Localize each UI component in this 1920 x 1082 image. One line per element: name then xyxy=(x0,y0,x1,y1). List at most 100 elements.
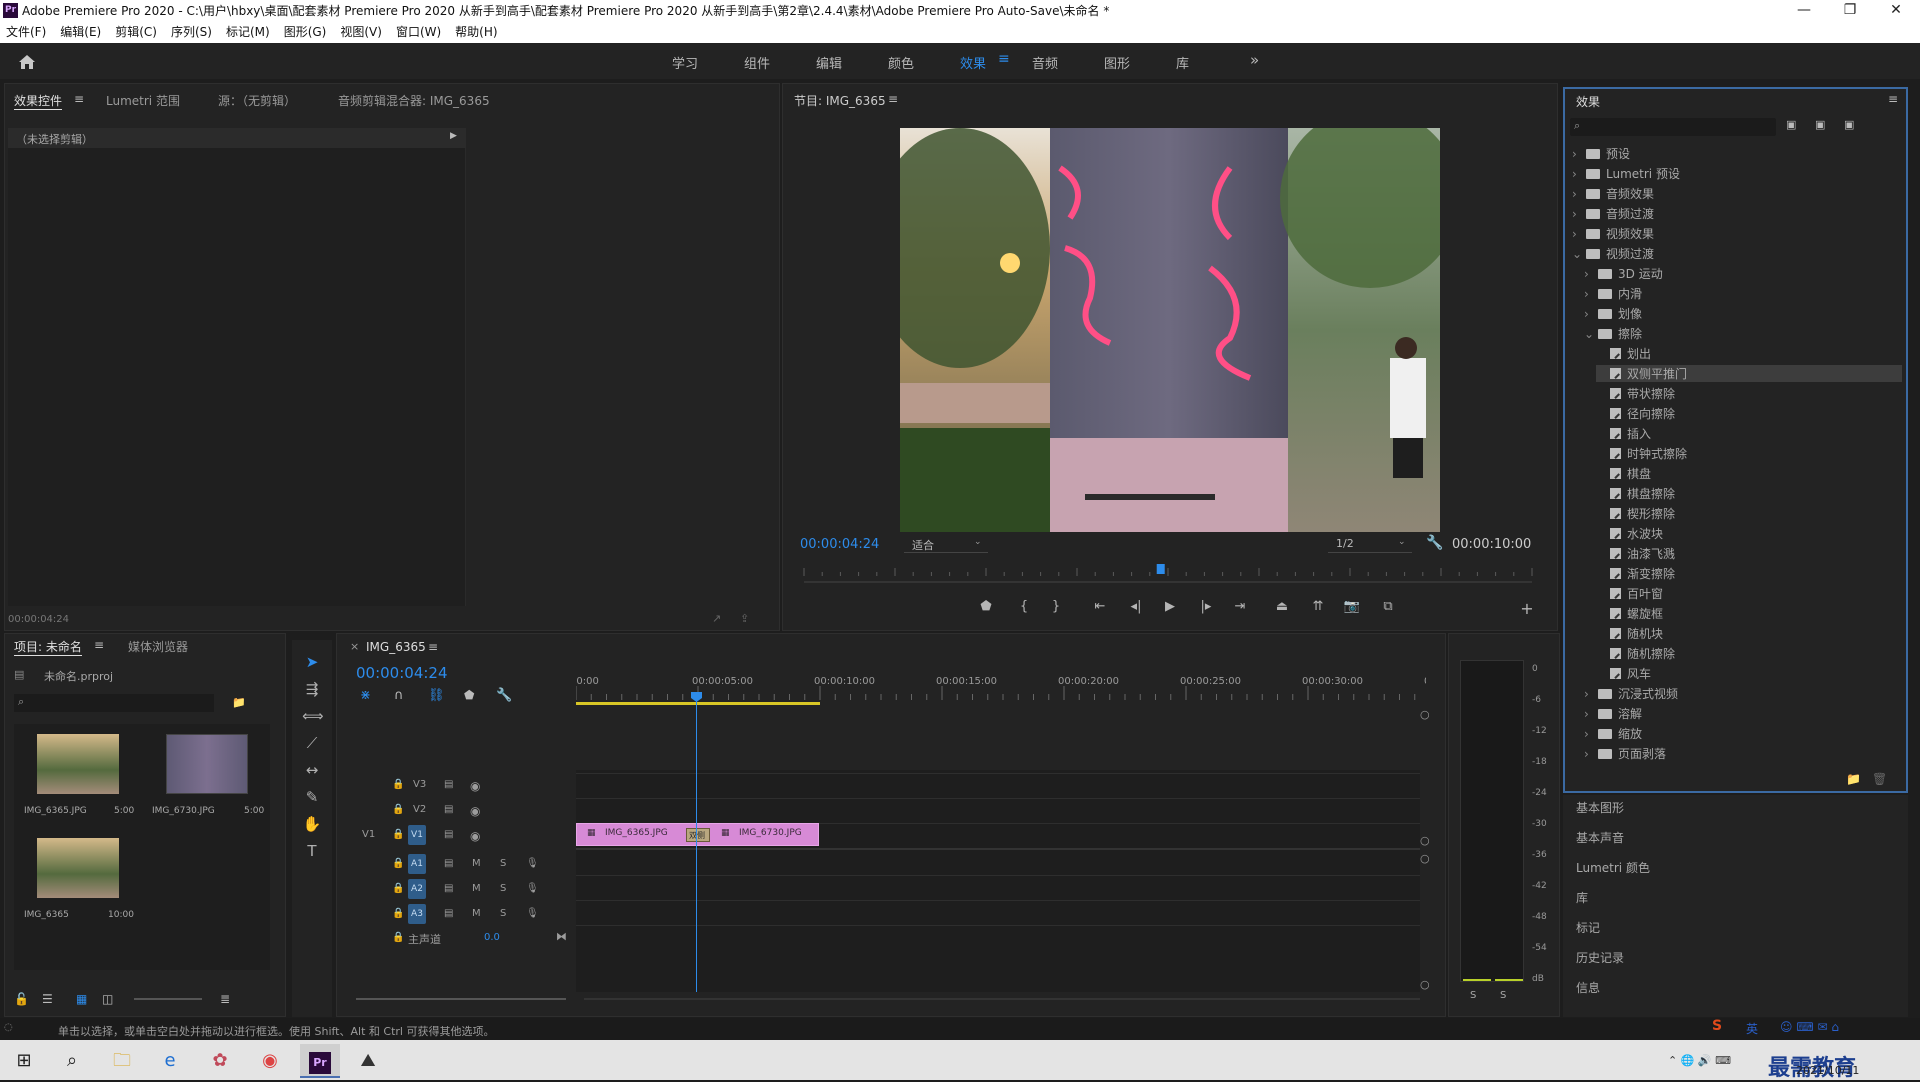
ripple-edit-icon[interactable]: ⟺ xyxy=(302,706,324,726)
list-view-icon[interactable]: ☰ xyxy=(42,992,53,1006)
solo-icon[interactable]: S xyxy=(500,858,506,869)
chevron-right-icon[interactable]: › xyxy=(1572,147,1582,161)
workspace-overflow-icon[interactable]: » xyxy=(1250,51,1259,69)
panel-history[interactable]: 历史记录 xyxy=(1576,949,1624,966)
effect-folder[interactable]: › Lumetri 预设 xyxy=(1572,165,1680,182)
tab-audio-clip-mixer[interactable]: 音频剪辑混合器: IMG_6365 xyxy=(338,92,490,109)
menu-window[interactable]: 窗口(W) xyxy=(396,22,441,43)
chevron-right-icon[interactable]: › xyxy=(1572,227,1582,241)
sync-lock-icon[interactable]: ▤ xyxy=(444,858,453,869)
scroll-handle-icon[interactable]: ○ xyxy=(1420,978,1430,991)
chevron-right-icon[interactable]: › xyxy=(1572,167,1582,181)
type-tool-icon[interactable]: T xyxy=(302,841,322,861)
tab-media-browser[interactable]: 媒体浏览器 xyxy=(128,638,188,655)
tab-project[interactable]: 项目: 未命名 xyxy=(14,638,82,656)
eye-icon[interactable]: ◉ xyxy=(470,779,480,793)
minimize-icon[interactable]: — xyxy=(1781,0,1827,22)
menu-graphics[interactable]: 图形(G) xyxy=(284,22,327,43)
effect-item[interactable]: 风车 xyxy=(1596,665,1651,682)
workspace-graphics[interactable]: 图形 xyxy=(1104,53,1130,72)
chevron-down-icon[interactable]: ⌄ xyxy=(1572,247,1582,261)
snap-icon[interactable]: ∩ xyxy=(394,688,404,703)
effect-item[interactable]: 划出 xyxy=(1596,345,1651,362)
effect-item[interactable]: 随机块 xyxy=(1596,625,1663,642)
chevron-right-icon[interactable]: › xyxy=(1584,267,1594,281)
mark-in-icon[interactable]: { xyxy=(1014,599,1034,614)
project-item-thumb[interactable] xyxy=(37,734,119,794)
solo-icon[interactable]: S xyxy=(500,908,506,919)
freeform-view-icon[interactable]: ◫ xyxy=(102,992,113,1006)
timeline-zoom-bar[interactable] xyxy=(356,998,566,1000)
lock-icon[interactable]: 🔓 xyxy=(14,992,29,1006)
fit-dropdown[interactable]: 适合 ⌄ xyxy=(904,535,988,553)
effect-item[interactable]: 随机擦除 xyxy=(1596,645,1675,662)
accelerated-effects-icon[interactable]: ▣ xyxy=(1786,118,1796,131)
scroll-handle-icon[interactable]: ○ xyxy=(1420,852,1430,865)
add-marker-icon[interactable]: ⬟ xyxy=(464,688,474,702)
tab-effect-controls[interactable]: 效果控件 xyxy=(14,92,63,110)
chevron-down-icon[interactable]: ⌄ xyxy=(1584,327,1594,341)
sync-lock-icon[interactable]: ▤ xyxy=(444,779,453,790)
extract-icon[interactable]: ⇈ xyxy=(1308,599,1328,614)
chevron-right-icon[interactable]: › xyxy=(1572,187,1582,201)
project-menu-icon[interactable]: ≡ xyxy=(94,638,104,652)
effect-item[interactable]: 棋盘擦除 xyxy=(1596,485,1675,502)
menu-view[interactable]: 视图(V) xyxy=(340,22,382,43)
workspace-libraries[interactable]: 库 xyxy=(1176,53,1189,72)
menu-markers[interactable]: 标记(M) xyxy=(226,22,270,43)
eye-icon[interactable]: ◉ xyxy=(470,804,480,818)
effect-folder[interactable]: › 3D 运动 xyxy=(1584,265,1663,282)
workspace-editing[interactable]: 编辑 xyxy=(816,53,842,72)
lock-icon[interactable]: 🔒 xyxy=(392,858,404,869)
transition-double-door[interactable]: 双侧 xyxy=(686,828,710,842)
add-marker-icon[interactable]: ⬟ xyxy=(976,599,996,614)
effect-folder[interactable]: ⌄ 擦除 xyxy=(1584,325,1642,342)
expand-arrow-icon[interactable]: ▶ xyxy=(450,131,457,141)
menu-sequence[interactable]: 序列(S) xyxy=(171,22,212,43)
effect-folder[interactable]: › 缩放 xyxy=(1584,725,1642,742)
effect-item[interactable]: 渐变擦除 xyxy=(1596,565,1675,582)
eye-icon[interactable]: ◉ xyxy=(470,829,480,843)
effect-folder[interactable]: › 预设 xyxy=(1572,145,1630,162)
mark-out-icon[interactable]: } xyxy=(1046,599,1066,614)
lift-icon[interactable]: ⏏ xyxy=(1272,599,1292,614)
mic-icon[interactable]: 🎙 xyxy=(526,858,539,869)
lock-icon[interactable]: 🔒 xyxy=(392,908,404,919)
panel-essential-graphics[interactable]: 基本图形 xyxy=(1576,799,1624,816)
export-icon[interactable]: ↗ xyxy=(712,612,721,625)
wrench-icon[interactable]: 🔧 xyxy=(1426,535,1443,551)
sync-lock-icon[interactable]: ▤ xyxy=(444,804,453,815)
scroll-handle-icon[interactable]: ○ xyxy=(1420,834,1430,847)
windows-start-icon[interactable]: ⊞ xyxy=(4,1044,44,1078)
effect-folder[interactable]: › 页面剥落 xyxy=(1584,745,1666,762)
project-search-input[interactable]: ⌕ xyxy=(14,694,214,712)
track-target-a2[interactable]: A2 xyxy=(408,879,426,899)
new-bin-icon[interactable]: 📁 xyxy=(1846,772,1861,786)
sync-lock-icon[interactable]: ▤ xyxy=(444,908,453,919)
timeline-scrollbar[interactable] xyxy=(584,998,1420,1000)
button-editor-icon[interactable]: + xyxy=(1517,599,1537,618)
close-icon[interactable]: ✕ xyxy=(1873,0,1919,22)
effect-item[interactable]: 插入 xyxy=(1596,425,1651,442)
mute-icon[interactable]: M xyxy=(472,883,481,894)
effects-menu-icon[interactable]: ≡ xyxy=(1888,92,1898,106)
selection-tool-icon[interactable]: ➤ xyxy=(302,652,322,672)
app-icon[interactable]: ✿ xyxy=(200,1044,240,1078)
share-icon[interactable]: ⇪ xyxy=(740,612,749,625)
linked-selection-icon[interactable]: ⛓ xyxy=(428,688,445,703)
program-scrubber[interactable] xyxy=(796,562,1540,586)
step-forward-icon[interactable]: |▸ xyxy=(1196,599,1216,614)
effect-item[interactable]: 油漆飞溅 xyxy=(1596,545,1675,562)
solo-left-button[interactable]: S xyxy=(1470,990,1476,1001)
effect-folder[interactable]: › 划像 xyxy=(1584,305,1642,322)
workspace-menu-icon[interactable]: ≡ xyxy=(998,51,1010,67)
zoom-slider[interactable] xyxy=(134,998,202,1000)
panel-markers[interactable]: 标记 xyxy=(1576,919,1600,936)
effect-folder[interactable]: ⌄ 视频过渡 xyxy=(1572,245,1654,262)
lock-icon[interactable]: 🔒 xyxy=(392,829,404,840)
lock-icon[interactable]: 🔒 xyxy=(392,883,404,894)
panel-info[interactable]: 信息 xyxy=(1576,979,1600,996)
effect-folder[interactable]: › 溶解 xyxy=(1584,705,1642,722)
work-area-bar[interactable] xyxy=(576,702,820,705)
ime-mode[interactable]: 英 xyxy=(1746,1020,1758,1037)
